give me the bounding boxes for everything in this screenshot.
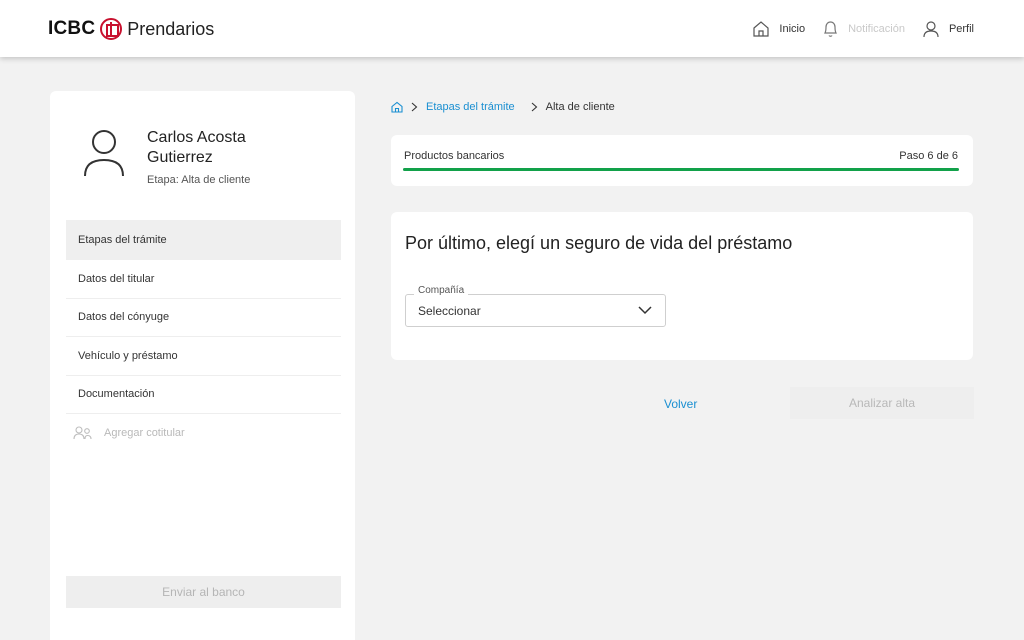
analyze-button[interactable]: Analizar alta [790, 387, 974, 419]
home-icon [753, 21, 769, 37]
company-select[interactable]: Compañía Seleccionar [405, 285, 666, 327]
bell-icon [824, 21, 838, 37]
user-avatar-icon [84, 130, 124, 177]
sidebar-item-label: Etapas del trámite [78, 234, 167, 246]
sidebar-item-label: Datos del titular [78, 272, 155, 285]
sidebar-item-etapas[interactable]: Etapas del trámite [66, 220, 341, 260]
sidebar-item-label: Datos del cónyuge [78, 311, 170, 324]
user-summary: Carlos Acosta Gutierrez Etapa: Alta de c… [83, 128, 250, 186]
nav-notifications-label: Notificación [848, 23, 905, 35]
sidebar-item-titular[interactable]: Datos del titular [66, 260, 341, 299]
sidebar-item-agregar-cotitular: Agregar cotitular [66, 414, 341, 453]
sidebar-item-label: Vehículo y préstamo [78, 349, 178, 362]
user-info: Carlos Acosta Gutierrez Etapa: Alta de c… [147, 128, 250, 186]
progress-label: Productos bancarios [404, 150, 505, 162]
nav-home[interactable]: Inicio [752, 20, 805, 38]
nav-notifications: Notificación [822, 20, 905, 38]
sidebar-item-label: Agregar cotitular [104, 427, 185, 440]
sidebar: Carlos Acosta Gutierrez Etapa: Alta de c… [50, 91, 355, 640]
user-name-line1: Carlos Acosta [147, 129, 246, 146]
icbc-logo[interactable]: ICBC Prendarios [48, 17, 214, 41]
progress-fill [403, 168, 959, 171]
sidebar-menu: Etapas del trámite Datos del titular Dat… [66, 220, 341, 453]
company-select-label: Compañía [414, 285, 469, 296]
chevron-down-icon [638, 306, 652, 315]
user-name-line2: Gutierrez [147, 149, 213, 166]
sidebar-item-vehiculo[interactable]: Vehículo y préstamo [66, 337, 341, 376]
progress-step: Paso 6 de 6 [899, 150, 958, 162]
home-icon[interactable] [391, 101, 403, 113]
breadcrumb: Etapas del trámite Alta de cliente [391, 99, 615, 115]
nav-home-label: Inicio [779, 23, 806, 35]
logo-brand: Prendarios [127, 18, 215, 39]
progress-track [403, 168, 959, 171]
user-stage: Etapa: Alta de cliente [147, 174, 251, 186]
form-title: Por último, elegí un seguro de vida del … [405, 233, 793, 253]
chevron-right-icon [411, 102, 418, 112]
nav-profile-label: Perfil [948, 23, 974, 35]
breadcrumb-current: Alta de cliente [545, 101, 615, 113]
top-nav: Inicio Notificación Perfil [735, 18, 974, 40]
breadcrumb-link-etapas[interactable]: Etapas del trámite [426, 101, 515, 113]
send-to-bank-button[interactable]: Enviar al banco [66, 576, 341, 608]
app-header: ICBC Prendarios Inicio Notificación Perf… [0, 0, 1024, 57]
back-link[interactable]: Volver [664, 397, 697, 411]
company-select-value: Seleccionar [418, 304, 481, 318]
chevron-right-icon [531, 102, 537, 112]
sidebar-item-label: Documentación [78, 388, 155, 401]
icbc-emblem-icon [100, 18, 123, 40]
insurance-form-card: Por último, elegí un seguro de vida del … [391, 212, 973, 360]
user-icon [923, 21, 939, 38]
progress-card: Productos bancarios Paso 6 de 6 [391, 135, 973, 186]
logo-word: ICBC [48, 18, 96, 39]
sidebar-item-conyuge[interactable]: Datos del cónyuge [66, 299, 341, 337]
sidebar-item-documentacion[interactable]: Documentación [66, 376, 341, 414]
nav-profile[interactable]: Perfil [922, 20, 974, 38]
add-users-icon [73, 426, 92, 440]
